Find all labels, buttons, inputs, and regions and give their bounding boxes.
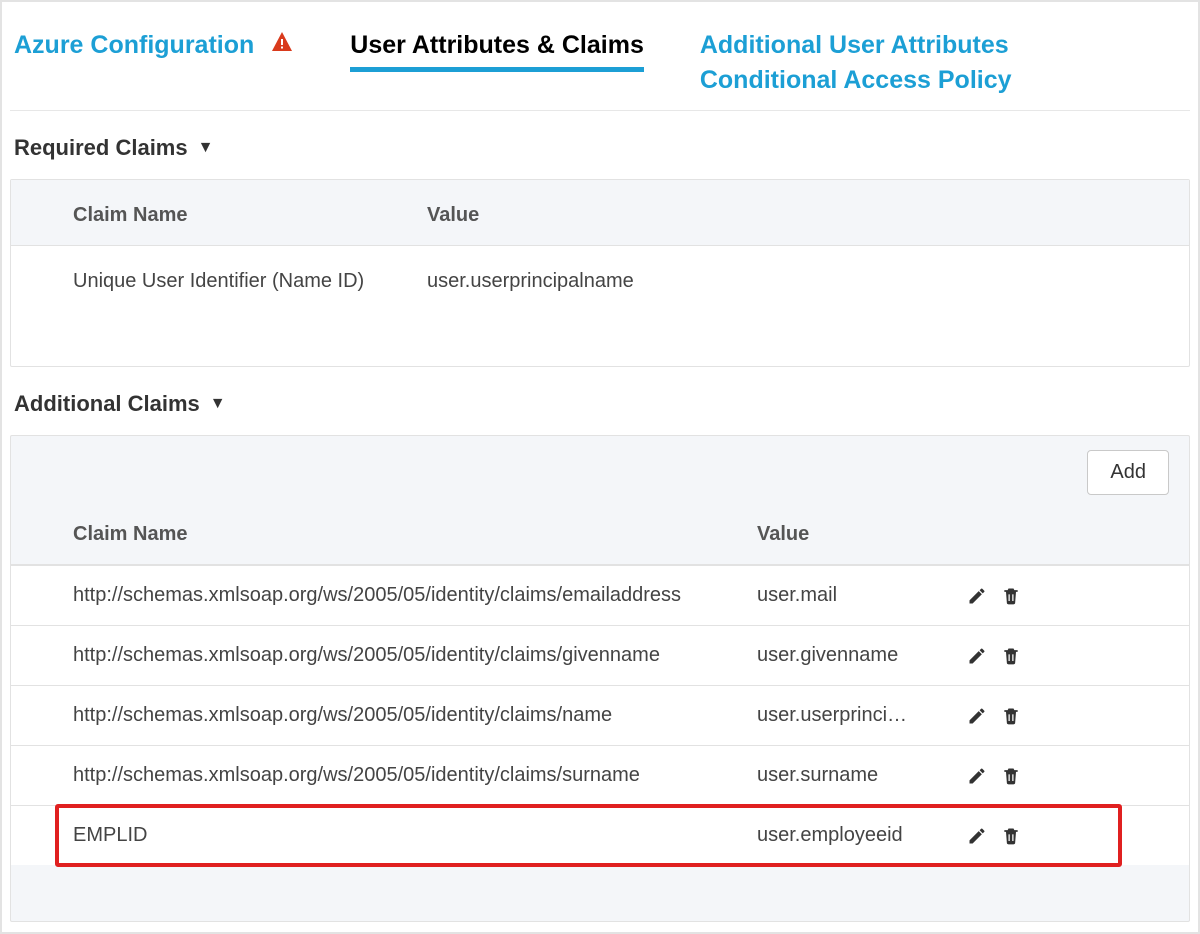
table-row[interactable]: http://schemas.xmlsoap.org/ws/2005/05/id…: [11, 685, 1189, 745]
section-title-text: Additional Claims: [14, 391, 200, 417]
tab-conditional-access-policy[interactable]: Conditional Access Policy: [700, 63, 1012, 98]
claim-name-cell: http://schemas.xmlsoap.org/ws/2005/05/id…: [11, 746, 741, 805]
row-actions: [951, 688, 1071, 744]
claim-value-cell: user.mail: [741, 566, 951, 625]
caret-down-icon: ▼: [198, 139, 214, 157]
header-value: Value: [741, 505, 951, 564]
warning-icon: [270, 30, 294, 61]
tab-user-attributes-claims[interactable]: User Attributes & Claims: [350, 28, 644, 72]
table-row[interactable]: http://schemas.xmlsoap.org/ws/2005/05/id…: [11, 745, 1189, 805]
add-button[interactable]: Add: [1087, 450, 1169, 495]
claim-value-cell: user.givenname: [741, 626, 951, 685]
tab-bar: Azure Configuration User Attributes & Cl…: [10, 2, 1190, 111]
edit-icon[interactable]: [967, 826, 987, 846]
delete-icon[interactable]: [1001, 586, 1021, 606]
row-actions: [951, 748, 1071, 804]
claim-name-cell: EMPLID: [11, 806, 741, 865]
claim-value-cell: user.userprincipalname: [411, 246, 1189, 311]
claim-value-cell: user.userprinci…: [741, 686, 951, 745]
caret-down-icon: ▼: [210, 395, 226, 413]
delete-icon[interactable]: [1001, 646, 1021, 666]
tab-azure-configuration[interactable]: Azure Configuration: [14, 28, 294, 63]
tab-additional-user-attributes[interactable]: Additional User Attributes: [700, 28, 1012, 63]
claim-name-cell: http://schemas.xmlsoap.org/ws/2005/05/id…: [11, 626, 741, 685]
section-title-text: Required Claims: [14, 135, 188, 161]
row-actions: [951, 808, 1071, 864]
delete-icon[interactable]: [1001, 706, 1021, 726]
delete-icon[interactable]: [1001, 766, 1021, 786]
table-row[interactable]: EMPLID user.employeeid: [11, 805, 1189, 865]
required-claims-panel: Claim Name Value Unique User Identifier …: [10, 179, 1190, 367]
claim-value-cell: user.employeeid: [741, 806, 951, 865]
delete-icon[interactable]: [1001, 826, 1021, 846]
edit-icon[interactable]: [967, 646, 987, 666]
header-claim-name: Claim Name: [11, 505, 741, 564]
edit-icon[interactable]: [967, 706, 987, 726]
claim-name-cell: http://schemas.xmlsoap.org/ws/2005/05/id…: [11, 566, 741, 625]
table-row[interactable]: http://schemas.xmlsoap.org/ws/2005/05/id…: [11, 565, 1189, 625]
table-header: Claim Name Value: [11, 505, 1189, 565]
claim-value-cell: user.surname: [741, 746, 951, 805]
header-value: Value: [411, 180, 1189, 245]
page-frame: Azure Configuration User Attributes & Cl…: [0, 0, 1200, 934]
toolbar: Add: [11, 436, 1189, 505]
edit-icon[interactable]: [967, 766, 987, 786]
table-row[interactable]: http://schemas.xmlsoap.org/ws/2005/05/id…: [11, 625, 1189, 685]
row-actions: [951, 568, 1071, 624]
row-actions: [951, 628, 1071, 684]
claim-name-cell: Unique User Identifier (Name ID): [11, 246, 411, 311]
tab-label: User Attributes & Claims: [350, 28, 644, 72]
section-required-claims-toggle[interactable]: Required Claims ▼: [14, 135, 1190, 161]
edit-icon[interactable]: [967, 586, 987, 606]
tab-label: Azure Configuration: [14, 28, 254, 63]
claim-name-cell: http://schemas.xmlsoap.org/ws/2005/05/id…: [11, 686, 741, 745]
header-actions: [951, 505, 1071, 564]
header-claim-name: Claim Name: [11, 180, 411, 245]
additional-claims-panel: Add Claim Name Value http://schemas.xmls…: [10, 435, 1190, 922]
table-header: Claim Name Value: [11, 180, 1189, 246]
tab-group-right: Additional User Attributes Conditional A…: [700, 28, 1012, 98]
table-row[interactable]: Unique User Identifier (Name ID) user.us…: [11, 246, 1189, 366]
section-additional-claims-toggle[interactable]: Additional Claims ▼: [14, 391, 1190, 417]
